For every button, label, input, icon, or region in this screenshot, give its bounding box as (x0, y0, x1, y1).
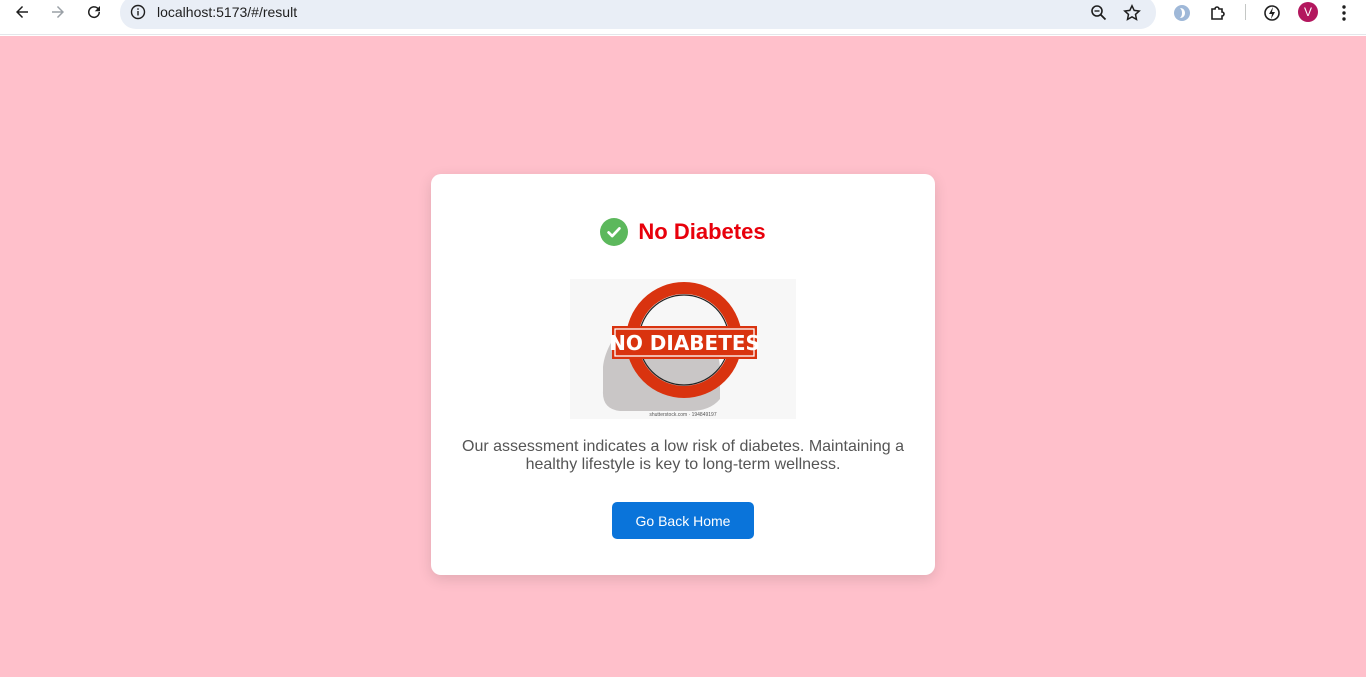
result-heading: No Diabetes (431, 217, 935, 247)
result-title: No Diabetes (638, 219, 766, 244)
result-page: No Diabetes NO DIABETES shutterstock.com… (0, 36, 1366, 677)
toolbar-divider (1245, 4, 1246, 20)
sign-text: NO DIABETES (609, 331, 760, 355)
address-bar[interactable]: localhost:5173/#/result (120, 0, 1156, 29)
browser-toolbar: localhost:5173/#/result V (0, 0, 1366, 35)
url-text[interactable]: localhost:5173/#/result (157, 4, 297, 20)
menu-kebab-icon[interactable] (1334, 3, 1354, 23)
site-info-icon[interactable] (130, 4, 146, 20)
result-message: Our assessment indicates a low risk of d… (462, 438, 904, 473)
extensions-puzzle-icon[interactable] (1208, 3, 1228, 23)
result-card: No Diabetes NO DIABETES shutterstock.com… (431, 174, 935, 575)
extension-app-icon[interactable] (1172, 3, 1192, 23)
forward-arrow-icon[interactable] (46, 0, 70, 24)
reload-icon[interactable] (82, 0, 106, 24)
image-caption: shutterstock.com · 194849197 (649, 412, 717, 418)
go-back-home-button[interactable]: Go Back Home (612, 502, 754, 539)
check-circle-icon (600, 218, 629, 246)
zoom-icon[interactable] (1090, 4, 1108, 22)
performance-icon[interactable] (1262, 3, 1282, 23)
back-arrow-icon[interactable] (10, 0, 34, 24)
no-diabetes-sign-icon: NO DIABETES (602, 282, 760, 411)
profile-avatar[interactable]: V (1298, 2, 1318, 22)
no-diabetes-image: NO DIABETES shutterstock.com · 194849197 (570, 279, 796, 419)
bookmark-star-icon[interactable] (1123, 4, 1141, 22)
